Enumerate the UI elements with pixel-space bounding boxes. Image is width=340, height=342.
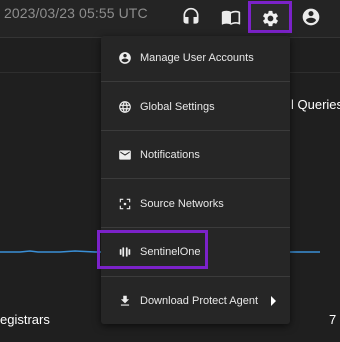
menu-item-label: Global Settings (140, 100, 215, 113)
menu-item-label: Download Protect Agent (140, 294, 259, 307)
account-circle-icon[interactable] (300, 6, 322, 28)
menu-item-download-protect-agent[interactable]: Download Protect Agent (101, 276, 290, 325)
timestamp: 2023/03/23 05:55 UTC (4, 5, 148, 21)
menu-item-global-settings[interactable]: Global Settings (101, 82, 290, 131)
gear-icon (263, 10, 278, 27)
settings-dropdown-menu: Manage User Accounts Global Settings Not… (101, 36, 290, 324)
menu-item-label: SentinelOne (140, 245, 201, 258)
settings-button[interactable] (248, 1, 292, 33)
menu-item-sentinelone[interactable]: SentinelOne (101, 227, 290, 276)
menu-item-label: Source Networks (140, 197, 224, 210)
chevron-right-icon (271, 296, 276, 306)
download-icon (118, 294, 132, 308)
menu-item-label: Notifications (140, 148, 200, 161)
registrars-label: egistrars (0, 312, 50, 327)
fullscreen-icon (118, 197, 132, 211)
queries-panel-title: l Queries (291, 97, 340, 112)
menu-item-manage-user-accounts[interactable]: Manage User Accounts (101, 33, 290, 82)
globe-icon (118, 100, 132, 114)
account-circle-icon (118, 51, 132, 65)
headset-icon[interactable] (180, 6, 202, 28)
sentinelone-logo-icon (118, 245, 132, 259)
menu-item-label: Manage User Accounts (140, 51, 254, 64)
registrars-count: 7 (329, 312, 337, 327)
menu-item-source-networks[interactable]: Source Networks (101, 179, 290, 228)
mail-icon (118, 148, 132, 162)
menu-item-notifications[interactable]: Notifications (101, 130, 290, 179)
book-icon[interactable] (220, 6, 242, 28)
